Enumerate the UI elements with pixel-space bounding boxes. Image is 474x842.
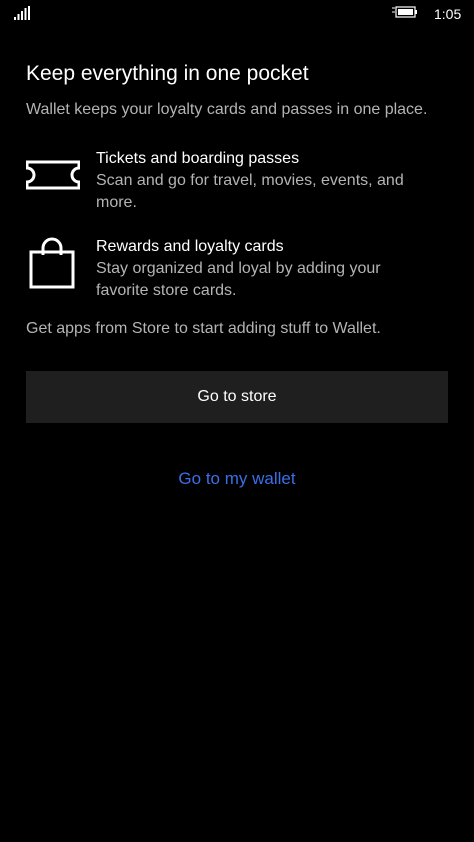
go-to-wallet-link[interactable]: Go to my wallet [0,468,474,490]
feature-description: Scan and go for travel, movies, events, … [96,172,404,211]
feature-text: Rewards and loyalty cards Stay organized… [96,236,436,302]
status-bar: 1:05 [0,0,474,28]
shopping-bag-icon [29,237,75,289]
go-to-store-button[interactable]: Go to store [26,371,448,423]
feature-title: Tickets and boarding passes [96,150,300,167]
signal-bars-icon [14,6,30,20]
page-subtitle: Wallet keeps your loyalty cards and pass… [26,101,428,118]
battery-charging-icon [392,6,417,18]
feature-text: Tickets and boarding passes Scan and go … [96,148,436,214]
status-time: 1:05 [434,6,462,22]
wallet-intro: Keep everything in one pocket Wallet kee… [26,60,448,340]
feature-tickets: Tickets and boarding passes Scan and go … [26,148,448,214]
feature-rewards: Rewards and loyalty cards Stay organized… [26,236,448,302]
store-note: Get apps from Store to start adding stuf… [26,320,381,337]
ticket-icon [26,160,80,190]
page-title: Keep everything in one pocket [26,62,309,85]
feature-title: Rewards and loyalty cards [96,238,284,255]
feature-description: Stay organized and loyal by adding your … [96,260,381,299]
